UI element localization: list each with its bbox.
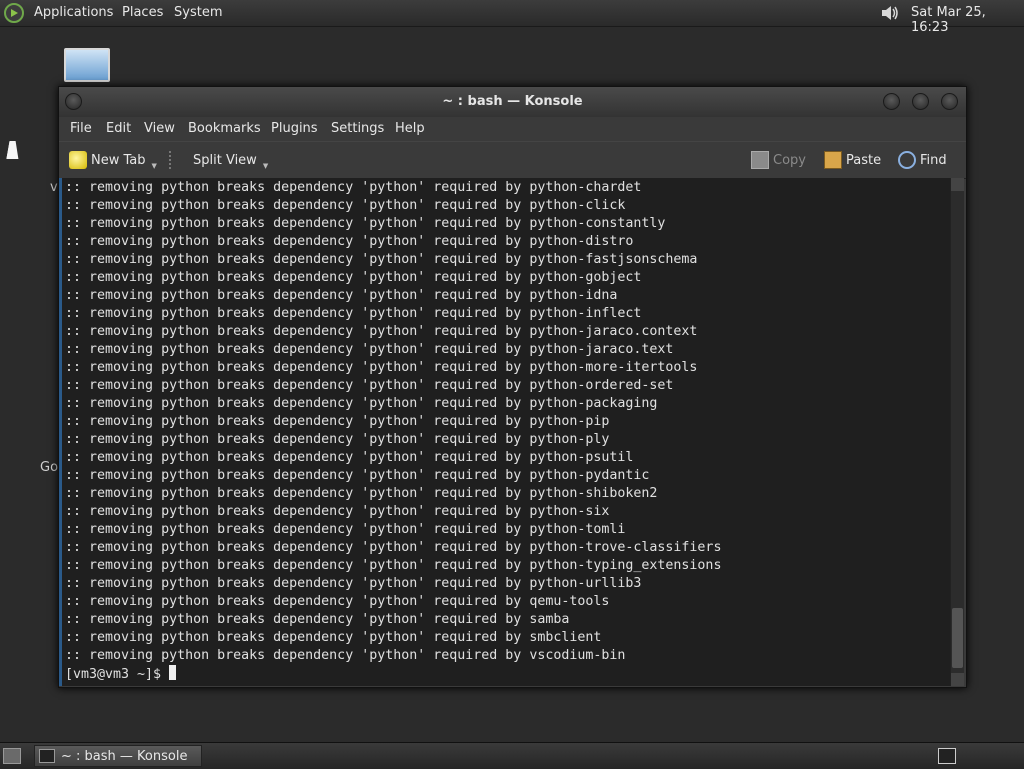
menu-edit[interactable]: Edit	[106, 121, 131, 136]
toolbar: New Tab ▼ Split View ▼ Copy Paste Find	[59, 141, 966, 179]
menu-settings[interactable]: Settings	[331, 121, 384, 136]
terminal-line: :: removing python breaks dependency 'py…	[65, 486, 658, 501]
new-tab-button[interactable]: New Tab ▼	[69, 151, 157, 170]
scroll-down-arrow-icon[interactable]	[951, 673, 964, 686]
prompt-text: [vm3@vm3 ~]$	[65, 667, 170, 682]
new-tab-label: New Tab	[91, 152, 146, 168]
terminal-line: :: removing python breaks dependency 'py…	[65, 270, 642, 285]
terminal-line: :: removing python breaks dependency 'py…	[65, 288, 618, 303]
terminal-prompt[interactable]: [vm3@vm3 ~]$	[65, 665, 177, 684]
find-icon	[898, 151, 916, 169]
find-button[interactable]: Find	[898, 151, 947, 169]
terminal-line: :: removing python breaks dependency 'py…	[65, 378, 674, 393]
terminal-line: :: removing python breaks dependency 'py…	[65, 180, 642, 195]
terminal-line: :: removing python breaks dependency 'py…	[65, 522, 626, 537]
terminal-line: :: removing python breaks dependency 'py…	[65, 648, 626, 663]
split-view-icon	[169, 151, 189, 169]
menu-file[interactable]: File	[70, 121, 92, 136]
find-label: Find	[920, 152, 947, 168]
menu-bookmarks[interactable]: Bookmarks	[188, 121, 261, 136]
terminal-scrollbar[interactable]	[950, 178, 964, 686]
distro-logo-icon[interactable]	[4, 3, 24, 23]
close-button[interactable]	[941, 93, 958, 110]
copy-button[interactable]: Copy	[751, 151, 806, 169]
terminal-line: :: removing python breaks dependency 'py…	[65, 198, 626, 213]
terminal-line: :: removing python breaks dependency 'py…	[65, 432, 610, 447]
terminal-line: :: removing python breaks dependency 'py…	[65, 468, 650, 483]
menu-plugins[interactable]: Plugins	[271, 121, 318, 136]
system-monitor-icon[interactable]	[938, 748, 956, 764]
dropdown-arrow-icon[interactable]: ▼	[263, 162, 268, 170]
applications-menu[interactable]: Applications	[34, 5, 113, 20]
terminal-line: :: removing python breaks dependency 'py…	[65, 594, 610, 609]
desktop-icon-label: Go	[40, 460, 59, 475]
terminal-line: :: removing python breaks dependency 'py…	[65, 342, 674, 357]
show-desktop-icon[interactable]	[3, 748, 21, 764]
scrollbar-thumb[interactable]	[952, 608, 963, 668]
menubar: File Edit View Bookmarks Plugins Setting…	[59, 117, 966, 141]
split-view-label: Split View	[193, 152, 257, 168]
terminal-lines: :: removing python breaks dependency 'py…	[65, 179, 721, 665]
terminal-line: :: removing python breaks dependency 'py…	[65, 216, 666, 231]
terminal-line: :: removing python breaks dependency 'py…	[65, 396, 658, 411]
konsole-window: ~ : bash — Konsole File Edit View Bookma…	[58, 86, 967, 688]
paste-icon	[824, 151, 842, 169]
terminal-line: :: removing python breaks dependency 'py…	[65, 504, 610, 519]
paste-button[interactable]: Paste	[824, 151, 881, 169]
top-panel: Applications Places System Sat Mar 25, 1…	[0, 0, 1024, 35]
terminal-line: :: removing python breaks dependency 'py…	[65, 558, 722, 573]
dropdown-arrow-icon[interactable]: ▼	[152, 162, 157, 170]
terminal-line: :: removing python breaks dependency 'py…	[65, 306, 642, 321]
paste-label: Paste	[846, 152, 882, 168]
clock[interactable]: Sat Mar 25, 16:23	[911, 5, 1024, 35]
minimize-button[interactable]	[883, 93, 900, 110]
copy-icon	[751, 151, 769, 169]
computer-desktop-icon[interactable]	[64, 48, 110, 82]
text-cursor	[169, 665, 177, 680]
menu-help[interactable]: Help	[395, 121, 425, 136]
copy-label: Copy	[773, 152, 806, 168]
terminal-line: :: removing python breaks dependency 'py…	[65, 360, 698, 375]
terminal-line: :: removing python breaks dependency 'py…	[65, 234, 634, 249]
scroll-up-arrow-icon[interactable]	[951, 178, 964, 191]
terminal-line: :: removing python breaks dependency 'py…	[65, 252, 698, 267]
new-tab-icon	[69, 151, 87, 169]
places-menu[interactable]: Places	[122, 5, 163, 20]
taskbar-item-konsole[interactable]: ~ : bash — Konsole	[34, 745, 202, 767]
terminal-line: :: removing python breaks dependency 'py…	[65, 612, 570, 627]
terminal-line: :: removing python breaks dependency 'py…	[65, 630, 602, 645]
maximize-button[interactable]	[912, 93, 929, 110]
terminal-line: :: removing python breaks dependency 'py…	[65, 414, 610, 429]
split-view-button[interactable]: Split View ▼	[169, 151, 268, 170]
terminal-line: :: removing python breaks dependency 'py…	[65, 324, 698, 339]
window-title: ~ : bash — Konsole	[442, 94, 583, 109]
terminal-line: :: removing python breaks dependency 'py…	[65, 450, 634, 465]
mouse-pointer-icon	[6, 141, 22, 159]
bottom-panel: ~ : bash — Konsole	[0, 742, 1024, 769]
system-menu[interactable]: System	[174, 5, 222, 20]
volume-icon[interactable]	[880, 4, 900, 22]
window-titlebar[interactable]: ~ : bash — Konsole	[59, 87, 966, 117]
terminal-line: :: removing python breaks dependency 'py…	[65, 540, 722, 555]
terminal-icon	[39, 749, 55, 763]
terminal-line: :: removing python breaks dependency 'py…	[65, 576, 642, 591]
terminal-output[interactable]: :: removing python breaks dependency 'py…	[59, 178, 950, 686]
taskbar-item-label: ~ : bash — Konsole	[61, 748, 188, 764]
menu-view[interactable]: View	[144, 121, 175, 136]
